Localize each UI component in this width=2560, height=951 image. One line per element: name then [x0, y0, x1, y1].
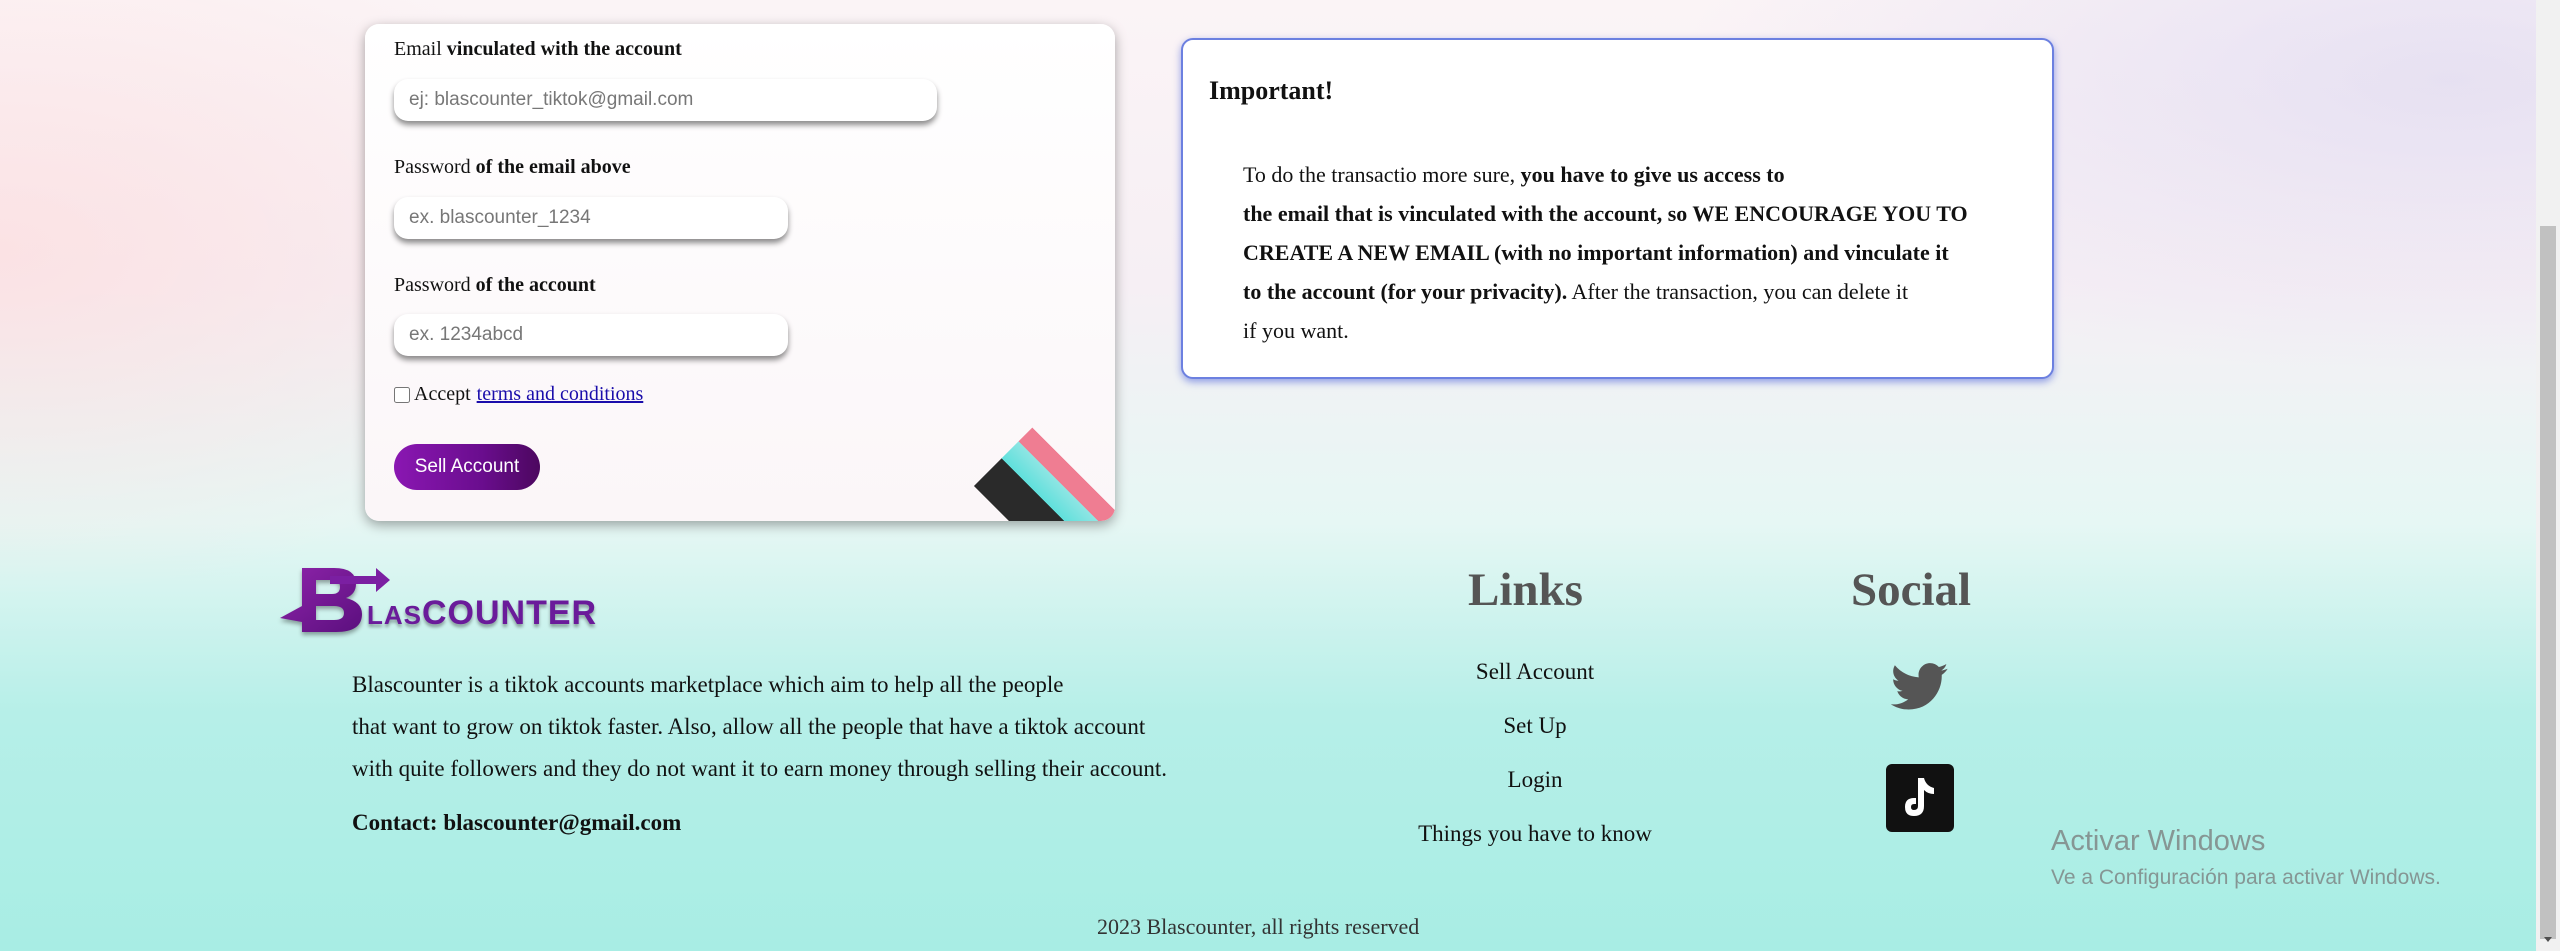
logo-word-small: LAS	[367, 600, 422, 630]
social-heading: Social	[1851, 564, 1972, 616]
tiktok-glyph-icon	[1905, 778, 1934, 816]
important-text-bold: CREATE A NEW EMAIL (with no important in…	[1243, 240, 1949, 265]
important-line: the email that is vinculated with the ac…	[1243, 194, 2043, 233]
email-password-input[interactable]	[394, 197, 788, 239]
important-line: if you want.	[1243, 311, 2043, 350]
tiktok-icon[interactable]	[1886, 764, 1954, 832]
email-label: Email vinculated with the account	[394, 38, 682, 61]
important-text: if you want.	[1243, 318, 1349, 343]
accept-terms-checkbox[interactable]	[394, 386, 410, 403]
email-password-label-bold: of the email above	[475, 156, 631, 178]
account-password-label: Password of the account	[394, 274, 596, 297]
footer-link-login[interactable]: Login	[1508, 767, 1563, 793]
accept-terms-row: Accept terms and conditions	[394, 383, 643, 406]
important-text: To do the transactio more sure,	[1243, 162, 1516, 187]
important-text-bold: the email that is vinculated with the ac…	[1243, 201, 1968, 226]
important-title: Important!	[1209, 76, 1334, 105]
about-text: Blascounter is a tiktok accounts marketp…	[352, 664, 1167, 790]
important-text-bold: to the account (for your privacity).	[1243, 279, 1568, 304]
about-line: Blascounter is a tiktok accounts marketp…	[352, 672, 1064, 697]
account-password-label-bold: of the account	[475, 274, 596, 296]
scroll-down-icon[interactable]	[2540, 933, 2556, 947]
important-body: To do the transactio more sure, you have…	[1243, 155, 2043, 350]
sell-account-button[interactable]: Sell Account	[394, 444, 540, 490]
email-label-bold: vinculated with the account	[446, 38, 682, 60]
email-password-label: Password of the email above	[394, 156, 631, 179]
footer-link-things-to-know[interactable]: Things you have to know	[1418, 821, 1652, 847]
activate-windows-subtitle: Ve a Configuración para activar Windows.	[2051, 866, 2441, 889]
logo-wordmark: LASCOUNTER	[367, 594, 597, 633]
scrollbar-thumb[interactable]	[2540, 226, 2556, 939]
activate-windows-title: Activar Windows	[2051, 825, 2266, 857]
copyright-text: 2023 Blascounter, all rights reserved	[1097, 914, 1420, 939]
email-input[interactable]	[394, 79, 937, 121]
blascounter-logo[interactable]: LASCOUNTER	[272, 556, 612, 642]
footer-link-sell-account[interactable]: Sell Account	[1476, 659, 1594, 685]
important-line: to the account (for your privacity). Aft…	[1243, 272, 2043, 311]
sell-account-form: Email vinculated with the account Passwo…	[365, 24, 1115, 521]
account-password-input[interactable]	[394, 314, 788, 356]
important-text: After the transaction, you can delete it	[1571, 279, 1909, 304]
about-line: that want to grow on tiktok faster. Also…	[352, 714, 1146, 739]
about-line: with quite followers and they do not wan…	[352, 756, 1168, 781]
twitter-icon[interactable]	[1891, 662, 1949, 712]
logo-word-big: COUNTER	[422, 594, 598, 632]
email-label-plain: Email	[394, 38, 442, 60]
important-line: To do the transactio more sure, you have…	[1243, 155, 2043, 194]
accept-label: Accept	[414, 383, 471, 405]
important-line: CREATE A NEW EMAIL (with no important in…	[1243, 233, 2043, 272]
email-password-label-plain: Password	[394, 156, 471, 178]
important-text-bold: you have to give us access to	[1520, 162, 1785, 187]
terms-link[interactable]: terms and conditions	[477, 383, 644, 406]
corner-decoration	[973, 379, 1115, 521]
account-password-label-plain: Password	[394, 274, 471, 296]
footer-link-set-up[interactable]: Set Up	[1503, 713, 1566, 739]
contact-email: Contact: blascounter@gmail.com	[352, 810, 682, 835]
important-notice: Important! To do the transactio more sur…	[1181, 38, 2054, 379]
links-heading: Links	[1468, 564, 1583, 616]
